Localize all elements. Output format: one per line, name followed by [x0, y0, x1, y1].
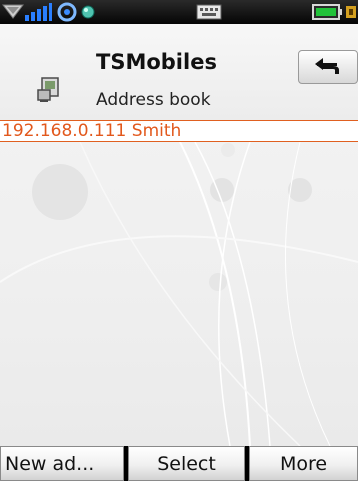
page-subtitle: Address book [96, 90, 211, 110]
keyboard-icon [196, 4, 222, 20]
phone-screen: TSMobiles Address book 192.168.0.111 Smi… [0, 0, 358, 481]
back-button[interactable] [298, 50, 358, 84]
network-icon [57, 2, 77, 22]
softkey-bar: New ad... Select More [0, 446, 358, 481]
more-softkey[interactable]: More [249, 446, 358, 481]
battery-icon [312, 4, 356, 20]
back-arrow-icon [315, 58, 339, 74]
status-bar [0, 0, 358, 24]
signal-icon [25, 3, 52, 21]
background-pattern [0, 142, 358, 446]
list-item-label: 192.168.0.111 Smith [2, 121, 182, 141]
new-address-softkey[interactable]: New ad... [0, 446, 124, 481]
page-title: TSMobiles [96, 50, 217, 74]
status-menu-icon [2, 4, 24, 19]
contacts-app-icon [37, 77, 59, 102]
select-softkey[interactable]: Select [128, 446, 245, 481]
status-dot-icon [81, 5, 95, 19]
title-bar: TSMobiles Address book [0, 24, 358, 121]
list-item[interactable]: 192.168.0.111 Smith [0, 120, 358, 142]
